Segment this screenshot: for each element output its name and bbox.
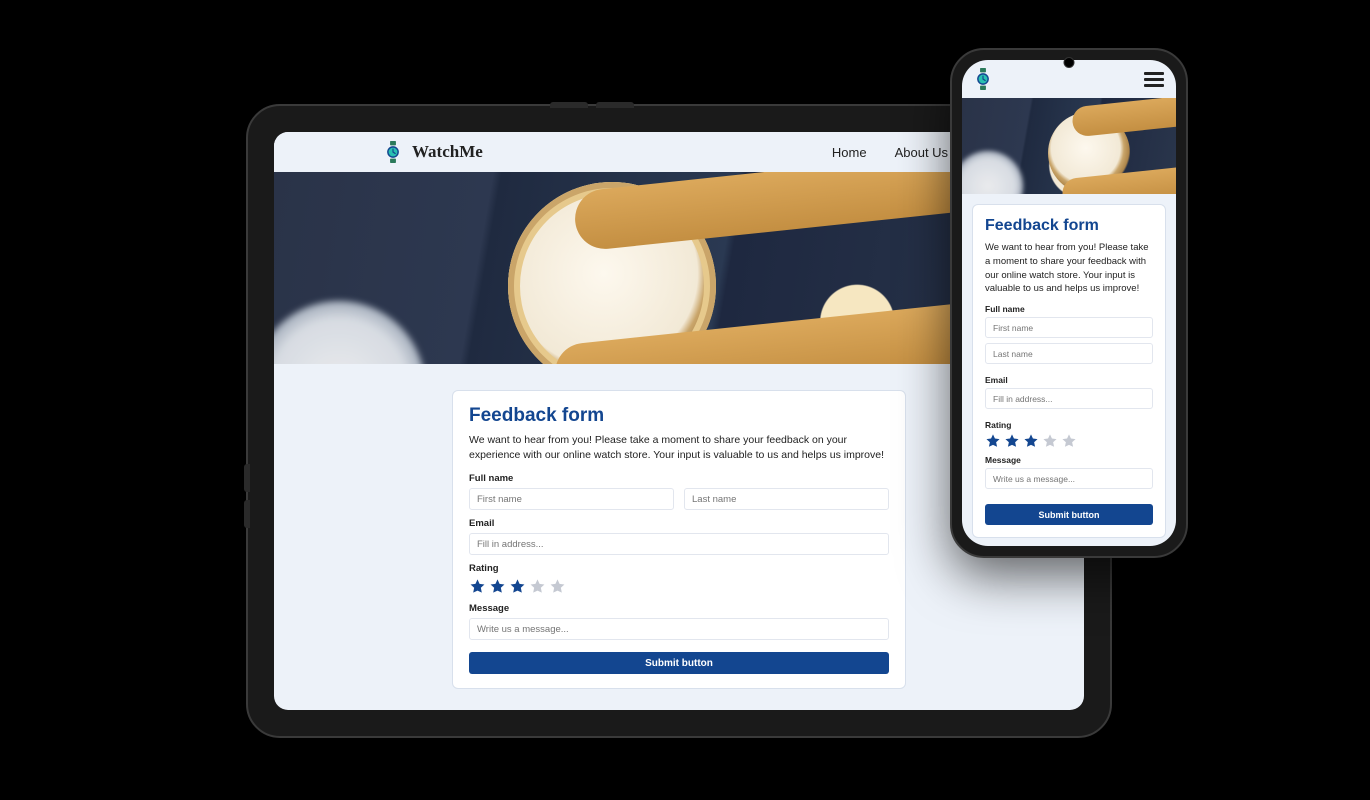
first-name-input[interactable] <box>469 488 674 510</box>
form-intro: We want to hear from you! Please take a … <box>469 433 889 463</box>
rating-stars[interactable] <box>469 578 889 595</box>
feedback-card-mobile: Feedback form We want to hear from you! … <box>972 204 1166 538</box>
submit-button[interactable]: Submit button <box>469 652 889 674</box>
last-name-input[interactable] <box>985 343 1153 364</box>
nav-home[interactable]: Home <box>832 145 867 160</box>
email-input[interactable] <box>469 533 889 555</box>
tablet-button <box>596 102 634 108</box>
star-icon[interactable] <box>1023 433 1039 449</box>
email-label: Email <box>985 375 1153 385</box>
phone-device: Feedback form We want to hear from you! … <box>950 48 1188 558</box>
message-label: Message <box>469 603 889 614</box>
tablet-button <box>244 500 250 528</box>
fullname-label: Full name <box>469 473 889 484</box>
tablet-button <box>550 102 588 108</box>
rating-label: Rating <box>469 563 889 574</box>
watch-logo-icon <box>384 141 402 163</box>
phone-camera-icon <box>1064 57 1075 68</box>
email-label: Email <box>469 518 889 529</box>
star-icon[interactable] <box>1061 433 1077 449</box>
phone-screen: Feedback form We want to hear from you! … <box>962 60 1176 546</box>
first-name-input[interactable] <box>985 317 1153 338</box>
message-label: Message <box>985 455 1153 465</box>
star-icon[interactable] <box>1042 433 1058 449</box>
email-input[interactable] <box>985 388 1153 409</box>
star-icon[interactable] <box>1004 433 1020 449</box>
star-icon[interactable] <box>509 578 526 595</box>
message-input[interactable] <box>469 618 889 640</box>
last-name-input[interactable] <box>684 488 889 510</box>
brand-name: WatchMe <box>412 142 483 162</box>
form-title: Feedback form <box>469 405 889 427</box>
message-input[interactable] <box>985 468 1153 489</box>
submit-button[interactable]: Submit button <box>985 504 1153 525</box>
rating-stars[interactable] <box>985 433 1153 449</box>
hamburger-menu-icon[interactable] <box>1144 72 1164 87</box>
star-icon[interactable] <box>489 578 506 595</box>
rating-label: Rating <box>985 420 1153 430</box>
nav-about[interactable]: About Us <box>895 145 948 160</box>
feedback-card: Feedback form We want to hear from you! … <box>452 390 906 689</box>
watch-logo-icon <box>974 68 992 90</box>
star-icon[interactable] <box>549 578 566 595</box>
form-intro: We want to hear from you! Please take a … <box>985 241 1153 296</box>
tablet-button <box>244 464 250 492</box>
form-title: Feedback form <box>985 217 1153 235</box>
fullname-label: Full name <box>985 304 1153 314</box>
star-icon[interactable] <box>469 578 486 595</box>
star-icon[interactable] <box>985 433 1001 449</box>
star-icon[interactable] <box>529 578 546 595</box>
hero-image-mobile <box>962 98 1176 194</box>
